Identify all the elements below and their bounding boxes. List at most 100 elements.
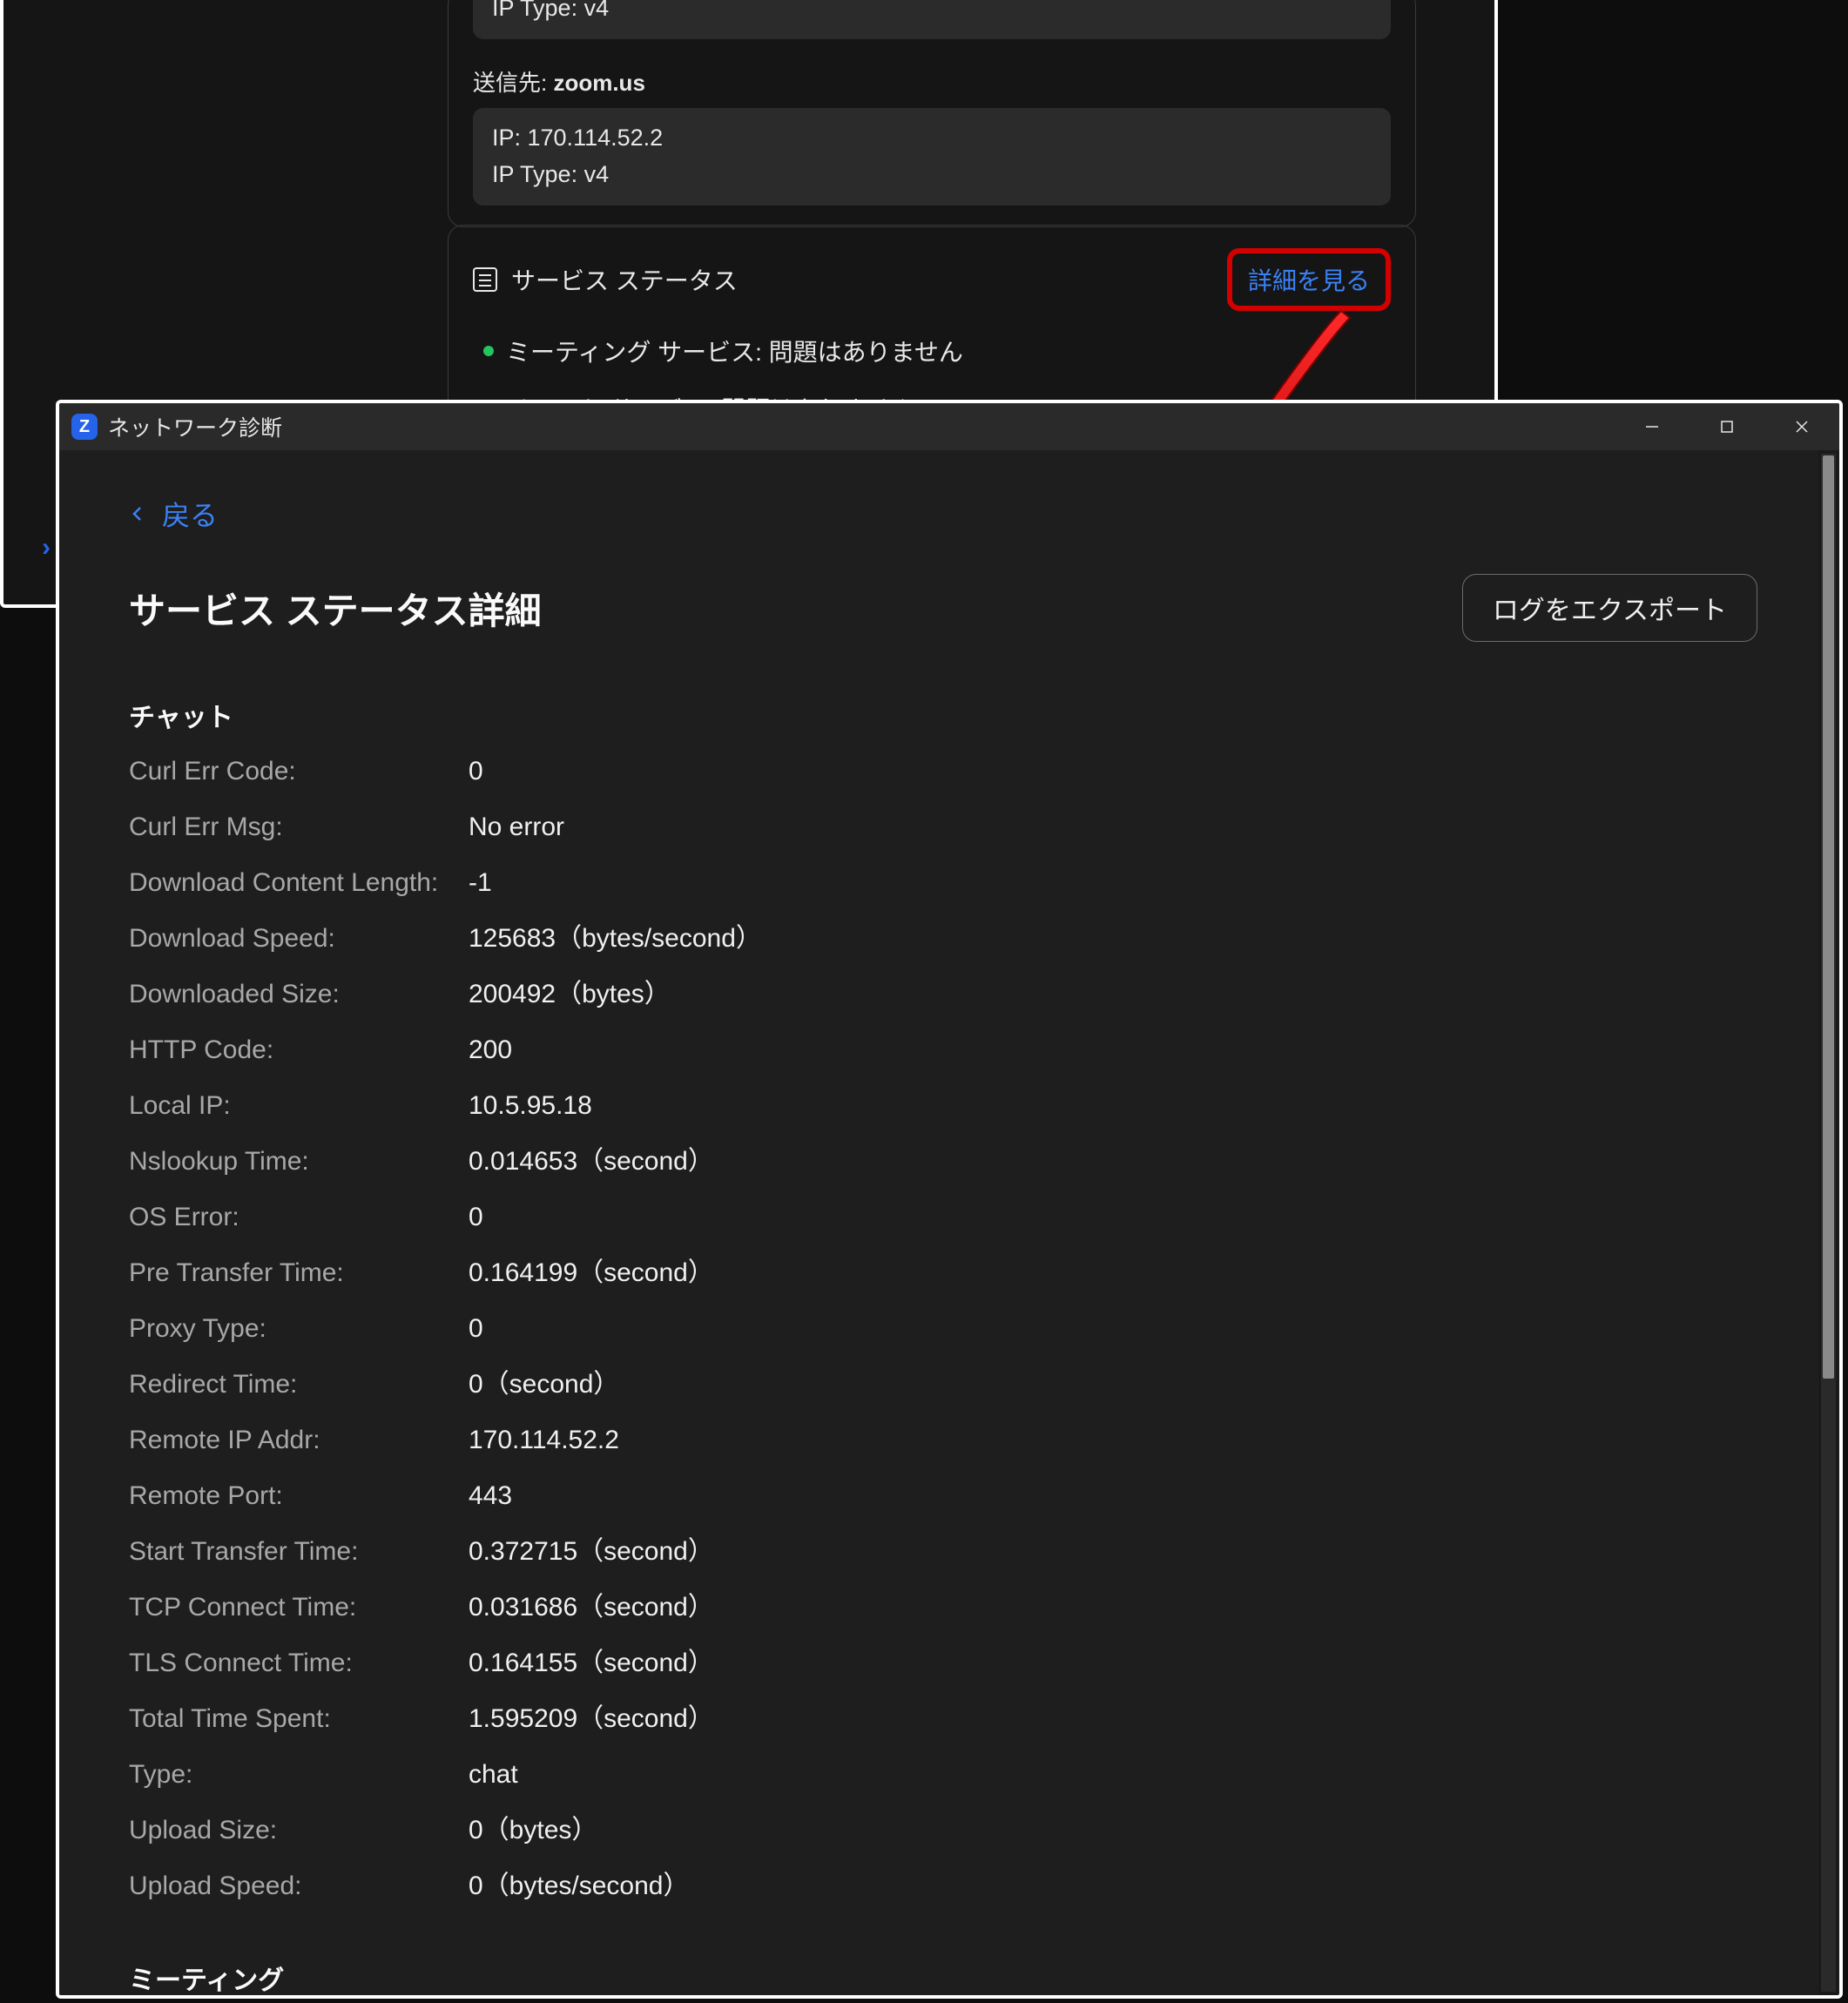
kv-value: chat: [469, 1757, 518, 1793]
kv-label: Download Speed:: [129, 921, 469, 957]
kv-value: 125683（bytes/second）: [469, 921, 762, 957]
kv-label: OS Error:: [129, 1199, 469, 1236]
detail-link-highlight: 詳細を見る: [1227, 248, 1391, 311]
section-meeting-title: ミーティング: [129, 1959, 1757, 1995]
kv-label: Start Transfer Time:: [129, 1534, 469, 1570]
section-chat-rows: Curl Err Code:0Curl Err Msg:No errorDown…: [129, 753, 1757, 1905]
kv-row: Nslookup Time:0.014653（second）: [129, 1143, 1757, 1180]
kv-value: 0.372715（second）: [469, 1534, 714, 1570]
kv-row: Pre Transfer Time:0.164199（second）: [129, 1255, 1757, 1291]
back-link[interactable]: 戻る: [129, 494, 218, 534]
titlebar[interactable]: Z ネットワーク診断: [59, 403, 1839, 450]
kv-value: 0: [469, 1199, 483, 1236]
kv-row: Remote Port:443: [129, 1478, 1757, 1514]
kv-value: -1: [469, 865, 492, 901]
kv-value: 0.164199（second）: [469, 1255, 714, 1291]
kv-value: 170.114.52.2: [469, 1422, 619, 1459]
kv-label: Upload Size:: [129, 1812, 469, 1849]
scrollbar[interactable]: [1821, 454, 1836, 1992]
kv-value: 0.164155（second）: [469, 1645, 714, 1682]
ip-type-line: IP Type: v4: [492, 0, 1372, 27]
kv-row: Start Transfer Time:0.372715（second）: [129, 1534, 1757, 1570]
section-chat-title: チャット: [129, 696, 1757, 734]
kv-value: 200: [469, 1032, 512, 1069]
kv-label: Remote IP Addr:: [129, 1422, 469, 1459]
service-status-title: サービス ステータス: [511, 262, 738, 297]
ip-line: IP: 170.114.52.2: [492, 120, 1372, 157]
kv-label: Total Time Spent:: [129, 1701, 469, 1737]
kv-row: Proxy Type:0: [129, 1311, 1757, 1347]
window-title: ネットワーク診断: [108, 411, 282, 442]
kv-row: Upload Speed:0（bytes/second）: [129, 1868, 1757, 1905]
kv-row: Download Content Length:-1: [129, 865, 1757, 901]
destination-host: zoom.us: [553, 70, 644, 96]
kv-row: OS Error:0: [129, 1199, 1757, 1236]
ip-type-line: IP Type: v4: [492, 157, 1372, 193]
destination-prefix: 送信先:: [473, 70, 553, 96]
kv-row: Curl Err Msg:No error: [129, 809, 1757, 846]
kv-row: Downloaded Size:200492（bytes）: [129, 976, 1757, 1013]
kv-label: Redirect Time:: [129, 1366, 469, 1403]
kv-value: 200492（bytes）: [469, 976, 671, 1013]
kv-label: TLS Connect Time:: [129, 1645, 469, 1682]
kv-value: 1.595209（second）: [469, 1701, 714, 1737]
kv-label: Local IP:: [129, 1088, 469, 1124]
kv-label: Upload Speed:: [129, 1868, 469, 1905]
page-header: サービス ステータス詳細 ログをエクスポート: [129, 574, 1757, 642]
kv-label: Nslookup Time:: [129, 1143, 469, 1180]
kv-value: 10.5.95.18: [469, 1088, 592, 1124]
maximize-button[interactable]: [1690, 403, 1764, 450]
kv-row: Remote IP Addr:170.114.52.2: [129, 1422, 1757, 1459]
kv-value: 0.014653（second）: [469, 1143, 714, 1180]
kv-label: Remote Port:: [129, 1478, 469, 1514]
ip-info-box-prev: IP Type: v4: [473, 0, 1391, 39]
minimize-button[interactable]: [1615, 403, 1690, 450]
back-link-label: 戻る: [162, 494, 218, 534]
list-icon: [473, 267, 497, 292]
kv-value: No error: [469, 809, 564, 846]
zoom-app-icon: Z: [71, 414, 98, 440]
kv-row: Type:chat: [129, 1757, 1757, 1793]
window-body: 戻る サービス ステータス詳細 ログをエクスポート チャット Curl Err …: [59, 450, 1818, 1995]
kv-value: 0（bytes）: [469, 1812, 597, 1849]
kv-label: TCP Connect Time:: [129, 1589, 469, 1626]
view-detail-link[interactable]: 詳細を見る: [1248, 267, 1370, 294]
kv-row: Redirect Time:0（second）: [129, 1366, 1757, 1403]
kv-value: 0（second）: [469, 1366, 619, 1403]
kv-value: 0: [469, 753, 483, 790]
kv-label: Type:: [129, 1757, 469, 1793]
kv-row: Upload Size:0（bytes）: [129, 1812, 1757, 1849]
page-title: サービス ステータス詳細: [129, 582, 542, 635]
kv-label: Curl Err Msg:: [129, 809, 469, 846]
kv-label: Pre Transfer Time:: [129, 1255, 469, 1291]
truncated-link: ›: [42, 533, 51, 563]
kv-row: Download Speed:125683（bytes/second）: [129, 921, 1757, 957]
scrollbar-thumb[interactable]: [1823, 455, 1834, 1379]
kv-value: 443: [469, 1478, 512, 1514]
kv-value: 0: [469, 1311, 483, 1347]
destination-card: IP Type: v4 送信先: zoom.us IP: 170.114.52.…: [448, 0, 1416, 227]
chevron-left-icon: [129, 505, 146, 523]
kv-row: HTTP Code:200: [129, 1032, 1757, 1069]
kv-label: Proxy Type:: [129, 1311, 469, 1347]
ip-info-box: IP: 170.114.52.2 IP Type: v4: [473, 108, 1391, 206]
destination-label: 送信先: zoom.us: [473, 65, 1391, 98]
kv-row: TLS Connect Time:0.164155（second）: [129, 1645, 1757, 1682]
network-diagnostics-window: Z ネットワーク診断 戻る サービス ステータス詳細 ログをエクスポート チャッ…: [56, 400, 1843, 1999]
kv-label: Download Content Length:: [129, 865, 469, 901]
service-item-meeting: ミーティング サービス: 問題はありません: [483, 334, 1391, 368]
status-dot-green: [483, 346, 494, 356]
service-status-header: サービス ステータス 詳細を見る: [473, 248, 1391, 311]
kv-label: HTTP Code:: [129, 1032, 469, 1069]
export-log-button[interactable]: ログをエクスポート: [1462, 574, 1757, 642]
service-item-label: ミーティング サービス: 問題はありません: [506, 334, 963, 368]
kv-label: Downloaded Size:: [129, 976, 469, 1013]
kv-label: Curl Err Code:: [129, 753, 469, 790]
window-controls: [1615, 403, 1839, 450]
service-status-title-wrap: サービス ステータス: [473, 262, 738, 297]
kv-value: 0.031686（second）: [469, 1589, 714, 1626]
kv-row: TCP Connect Time:0.031686（second）: [129, 1589, 1757, 1626]
kv-row: Local IP:10.5.95.18: [129, 1088, 1757, 1124]
close-button[interactable]: [1764, 403, 1839, 450]
kv-row: Curl Err Code:0: [129, 753, 1757, 790]
